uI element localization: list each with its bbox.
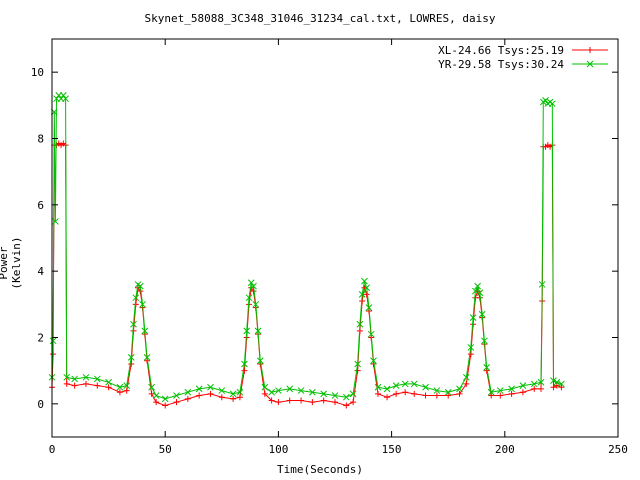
data-point-0	[230, 395, 237, 402]
y-tick-label: 0	[37, 398, 44, 411]
data-point-1	[152, 392, 160, 399]
data-point-0	[538, 385, 545, 392]
y-tick-label: 4	[37, 265, 44, 278]
data-point-0	[309, 399, 316, 406]
x-tick-label: 100	[268, 443, 288, 456]
data-point-0	[375, 390, 382, 397]
data-point-0	[411, 390, 418, 397]
y-tick-label: 6	[37, 199, 44, 212]
data-point-0	[63, 380, 70, 387]
data-point-0	[531, 385, 538, 392]
data-point-0	[82, 380, 89, 387]
data-point-1	[542, 97, 549, 104]
data-point-0	[162, 402, 169, 409]
data-point-1	[59, 92, 67, 99]
data-point-1	[184, 388, 192, 396]
data-point-1	[422, 383, 429, 391]
y-tick-label: 8	[37, 133, 44, 146]
data-point-0	[241, 367, 248, 374]
x-tick-label: 50	[159, 443, 172, 456]
data-point-0	[433, 392, 440, 399]
data-point-0	[497, 392, 504, 399]
data-point-0	[105, 384, 112, 391]
data-point-0	[207, 390, 214, 397]
data-point-0	[196, 392, 203, 399]
data-point-0	[456, 390, 463, 397]
data-point-0	[184, 395, 191, 402]
data-point-0	[116, 389, 123, 396]
data-point-0	[402, 389, 409, 396]
data-point-0	[275, 399, 282, 406]
data-point-0	[332, 399, 338, 406]
legend-label: YR-29.58 Tsys:30.24	[438, 58, 564, 71]
data-point-0	[173, 399, 180, 406]
data-point-0	[298, 397, 305, 404]
data-point-0	[384, 394, 391, 401]
data-point-0	[354, 367, 361, 374]
data-point-0	[488, 392, 495, 399]
x-tick-label: 250	[608, 443, 628, 456]
data-point-0	[519, 389, 526, 396]
data-point-1	[268, 388, 275, 396]
data-point-0	[422, 392, 429, 399]
series-line-1	[51, 94, 562, 400]
x-tick-label: 200	[495, 443, 515, 456]
x-tick-label: 0	[49, 443, 56, 456]
legend-label: XL-24.66 Tsys:25.19	[438, 44, 564, 57]
y-tick-label: 2	[37, 332, 44, 345]
data-point-1	[161, 395, 169, 403]
data-point-0	[350, 399, 357, 406]
data-point-0	[236, 394, 243, 401]
data-point-0	[467, 351, 474, 358]
data-point-0	[128, 361, 135, 368]
data-point-0	[153, 399, 160, 406]
series-layer	[48, 92, 565, 409]
series-1	[48, 92, 565, 403]
data-point-0	[393, 390, 400, 397]
legend-swatch-marker	[587, 47, 593, 53]
data-point-0	[320, 397, 327, 404]
data-point-0	[218, 394, 225, 401]
data-point-0	[445, 392, 452, 399]
y-tick-label: 10	[31, 66, 44, 79]
data-point-1	[173, 392, 180, 399]
plot-border	[51, 38, 619, 438]
data-point-0	[343, 402, 350, 409]
data-point-0	[123, 387, 130, 394]
plot-area: 0 50 100 150 200 250 0 2 4 6 8 10 XL-24.66 Tsys:25.…	[31, 38, 628, 456]
data-point-0	[71, 382, 78, 389]
legend: XL-24.66 Tsys:25.19YR-29.58 Tsys:30.24	[438, 44, 608, 71]
data-point-0	[94, 382, 101, 389]
x-tick-label: 150	[382, 443, 402, 456]
data-point-0	[508, 390, 515, 397]
data-point-0	[286, 397, 293, 404]
data-point-1	[218, 387, 226, 394]
